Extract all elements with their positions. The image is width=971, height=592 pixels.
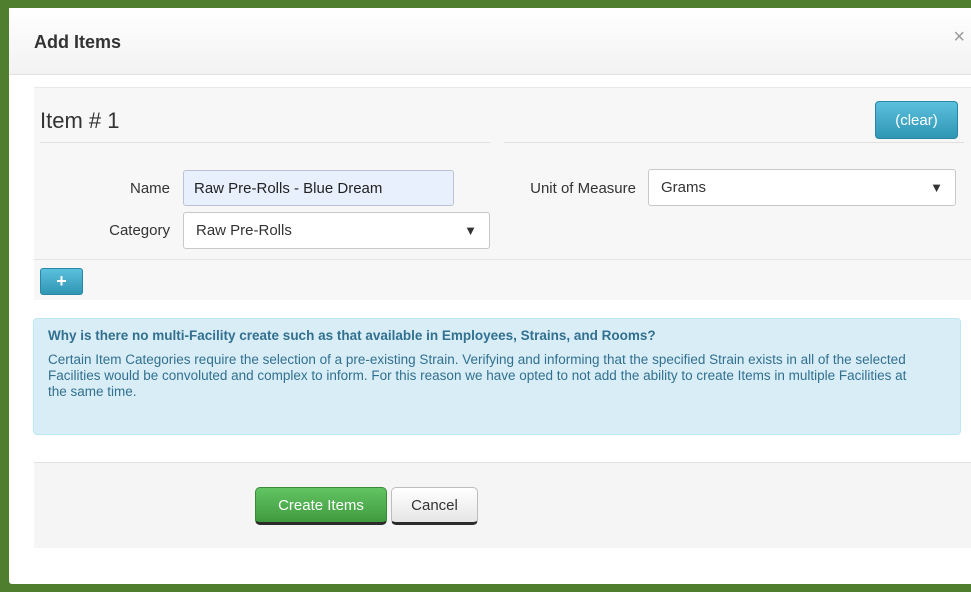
item-heading: Item # 1	[40, 108, 120, 133]
dialog-footer: Create Items Cancel	[34, 463, 971, 548]
unit-of-measure-select[interactable]: Grams ▼	[648, 169, 956, 206]
category-select[interactable]: Raw Pre-Rolls ▼	[183, 212, 490, 249]
name-label: Name	[129, 180, 170, 197]
plus-icon: +	[56, 271, 67, 291]
add-items-dialog: Add Items × Item # 1 (clear) Name Raw Pr…	[9, 8, 971, 584]
panel-divider	[34, 259, 971, 260]
item-panel: Item # 1 (clear) Name Raw Pre-Rolls - Bl…	[34, 87, 971, 300]
info-title: Why is there no multi-Facility create su…	[48, 328, 656, 343]
dialog-title: Add Items	[34, 32, 122, 52]
unit-of-measure-label: Unit of Measure	[530, 180, 636, 197]
heading-divider-right	[504, 142, 964, 143]
add-item-button[interactable]: +	[40, 268, 83, 295]
category-selected-value: Raw Pre-Rolls	[196, 222, 292, 239]
category-label: Category	[109, 222, 170, 239]
create-items-button[interactable]: Create Items	[255, 487, 387, 525]
info-alert: Why is there no multi-Facility create su…	[33, 318, 961, 435]
dialog-header: Add Items ×	[9, 8, 971, 75]
unit-of-measure-selected-value: Grams	[661, 179, 706, 196]
cancel-button[interactable]: Cancel	[391, 487, 478, 525]
name-input[interactable]: Raw Pre-Rolls - Blue Dream	[183, 170, 454, 206]
chevron-down-icon: ▼	[930, 180, 943, 195]
close-icon[interactable]: ×	[953, 26, 965, 49]
heading-divider-left	[40, 142, 490, 143]
chevron-down-icon: ▼	[464, 223, 477, 238]
clear-button[interactable]: (clear)	[875, 101, 958, 139]
info-body: Certain Item Categories require the sele…	[48, 352, 907, 399]
